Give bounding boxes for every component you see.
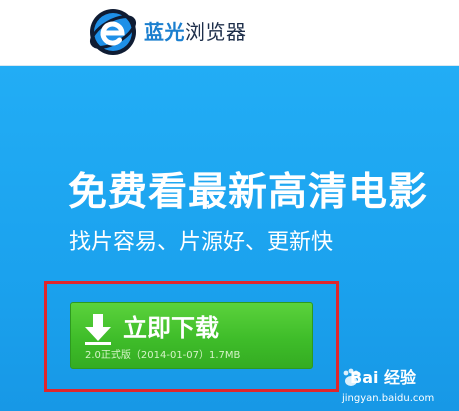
download-arrow-icon [85, 314, 111, 345]
baidu-jingyan-watermark: Bai 经验 jingyan.baidu.com [340, 366, 459, 411]
brand-name[interactable]: 蓝光浏览器 [144, 19, 247, 45]
download-button-label: 立即下载 [123, 314, 219, 342]
browser-logo-icon[interactable] [88, 7, 138, 57]
download-button[interactable]: 立即下载 2.0正式版（2014-01-07）1.7MB [70, 302, 313, 369]
watermark-url: jingyan.baidu.com [342, 393, 435, 404]
site-header: 蓝光浏览器 [0, 0, 459, 66]
brand-name-part1: 蓝光 [144, 20, 185, 44]
hero-headline: 免费看最新高清电影 [68, 170, 429, 215]
brand-name-part2: 浏览器 [185, 20, 247, 44]
watermark-text: Bai 经验 [350, 368, 417, 387]
hero-subline: 找片容易、片源好、更新快 [69, 230, 334, 255]
download-version-info: 2.0正式版（2014-01-07）1.7MB [85, 350, 241, 361]
